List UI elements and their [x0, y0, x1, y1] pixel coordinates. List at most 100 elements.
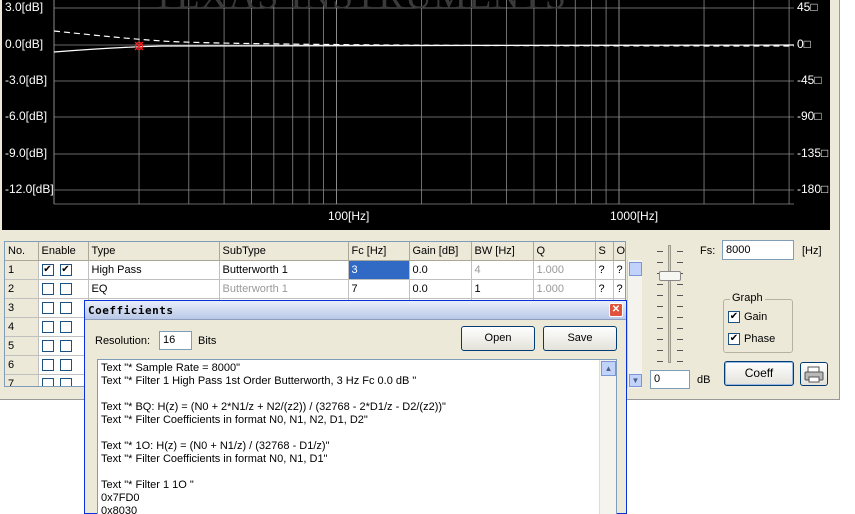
graph-gain-checkbox[interactable]: ✔: [728, 311, 740, 324]
scrollbar-thumb[interactable]: [629, 262, 642, 276]
table-header-row: No. Enable Type SubType Fc [Hz] Gain [dB…: [5, 242, 625, 261]
q-cell[interactable]: 1.000: [533, 279, 596, 299]
col-header-subtype[interactable]: SubType: [219, 242, 349, 261]
gain-cell[interactable]: 0.0: [409, 260, 472, 280]
row-number: 1: [5, 260, 39, 280]
close-icon[interactable]: ✕: [609, 303, 623, 317]
graph-phase-checkbox[interactable]: ✔: [728, 333, 740, 346]
phase-curve: [53, 30, 795, 47]
slider-tick: [657, 251, 663, 252]
enable-cell: [38, 336, 89, 356]
scroll-down-icon[interactable]: ▼: [629, 374, 642, 387]
col-header-fc[interactable]: Fc [Hz]: [348, 242, 410, 261]
coefficients-textarea[interactable]: Text "* Sample Rate = 8000" Text "* Filte…: [97, 359, 617, 514]
o-cell[interactable]: ?: [613, 279, 625, 299]
coefficient-line: [101, 466, 596, 479]
coefficient-line: Text "* Filter Coefficients in format N0…: [101, 414, 368, 426]
table-scrollbar[interactable]: ▼: [627, 260, 642, 388]
q-cell[interactable]: 1.000: [533, 260, 596, 280]
graph-phase-option[interactable]: ✔ Phase: [728, 333, 775, 347]
phase-axis-label: -45□: [797, 73, 822, 87]
fs-label: Fs:: [700, 245, 716, 257]
slider-tick: [657, 317, 663, 318]
coefficient-line: Text "* Filter 1 High Pass 1st Order But…: [101, 375, 417, 387]
textarea-scrollbar[interactable]: ▲: [599, 360, 616, 514]
bits-label: Bits: [198, 335, 217, 347]
fc-cell[interactable]: 7: [348, 279, 410, 299]
col-header-gain[interactable]: Gain [dB]: [409, 242, 472, 261]
coefficient-line: Text "* 1O: H(z) = (N0 + N1/z) / (32768 …: [101, 440, 330, 452]
scroll-up-icon[interactable]: ▲: [601, 361, 616, 376]
phase-axis-label: -180□: [797, 182, 829, 196]
gain-value-field[interactable]: 0: [650, 370, 690, 389]
enable-phase-checkbox[interactable]: [59, 358, 72, 371]
gain-axis-label: 3.0[dB]: [5, 0, 44, 14]
coefficient-line: [101, 427, 596, 440]
s-cell[interactable]: ?: [595, 260, 614, 280]
subtype-cell[interactable]: Butterworth 1: [219, 279, 349, 299]
slider-tick: [677, 262, 683, 263]
type-cell[interactable]: EQ: [88, 279, 220, 299]
enable-phase-checkbox[interactable]: [59, 339, 72, 352]
enable-checkbox[interactable]: [41, 282, 54, 295]
enable-phase-checkbox[interactable]: [59, 301, 72, 314]
col-header-bw[interactable]: BW [Hz]: [471, 242, 534, 261]
slider-tick: [677, 350, 683, 351]
gain-axis-label: -12.0[dB]: [5, 182, 54, 196]
slider-tick: [657, 328, 663, 329]
col-header-no[interactable]: No.: [5, 242, 39, 261]
col-header-s[interactable]: S: [595, 242, 614, 261]
gain-cell[interactable]: 0.0: [409, 279, 472, 299]
save-button[interactable]: Save: [543, 326, 617, 351]
graph-gain-option[interactable]: ✔ Gain: [728, 311, 767, 325]
type-cell[interactable]: High Pass: [88, 260, 220, 280]
gain-unit-label: dB: [697, 374, 711, 386]
col-header-q[interactable]: Q: [533, 242, 596, 261]
enable-checkbox[interactable]: ✔: [41, 263, 54, 276]
col-header-o[interactable]: O: [613, 242, 625, 261]
row-number: 2: [5, 279, 39, 299]
dialog-title-bar[interactable]: Coefficients ✕: [85, 301, 626, 320]
slider-tick: [677, 295, 683, 296]
enable-checkbox[interactable]: [41, 377, 54, 386]
table-row[interactable]: 1 ✔ ✔ High Pass Butterworth 1 3 0.0 4 1.000??: [5, 260, 625, 280]
col-header-type[interactable]: Type: [88, 242, 220, 261]
enable-checkbox[interactable]: [41, 358, 54, 371]
enable-checkbox[interactable]: [41, 339, 54, 352]
o-cell[interactable]: ?: [613, 260, 625, 280]
enable-phase-checkbox[interactable]: [59, 320, 72, 333]
slider-tick: [677, 306, 683, 307]
gain-axis-label: -3.0[dB]: [5, 73, 48, 87]
fc-cell[interactable]: 3: [348, 260, 410, 280]
bw-cell[interactable]: 4: [471, 260, 534, 280]
resolution-label: Resolution:: [95, 335, 151, 347]
graph-gain-label: Gain: [744, 311, 768, 323]
table-row[interactable]: 2 EQ Butterworth 1 7 0.0 1 1.000??: [5, 279, 625, 299]
enable-phase-checkbox[interactable]: [59, 377, 72, 386]
row-number: 3: [5, 298, 39, 318]
col-header-enable[interactable]: Enable: [38, 242, 89, 261]
bw-cell[interactable]: 1: [471, 279, 534, 299]
resolution-field[interactable]: 16: [159, 331, 192, 350]
enable-checkbox[interactable]: [41, 301, 54, 314]
coeff-button[interactable]: Coeff: [724, 361, 794, 386]
slider-tick: [657, 284, 663, 285]
open-button[interactable]: Open: [461, 326, 535, 351]
slider-track: [668, 245, 671, 363]
graph-phase-label: Phase: [744, 333, 776, 345]
slider-knob[interactable]: [659, 271, 681, 281]
enable-phase-checkbox[interactable]: [59, 282, 72, 295]
coefficients-lines: Text "* Sample Rate = 8000" Text "* Filte…: [101, 362, 596, 514]
print-button[interactable]: [800, 362, 828, 386]
graph-options-group: Graph ✔ Gain ✔ Phase: [723, 292, 793, 353]
subtype-cell[interactable]: Butterworth 1: [219, 260, 349, 280]
gain-slider[interactable]: [655, 245, 685, 365]
enable-phase-checkbox[interactable]: ✔: [59, 263, 72, 276]
gain-axis-label: -6.0[dB]: [5, 109, 48, 123]
slider-tick: [677, 328, 683, 329]
slider-tick: [677, 284, 683, 285]
enable-checkbox[interactable]: [41, 320, 54, 333]
sample-rate-field[interactable]: 8000: [722, 240, 794, 260]
s-cell[interactable]: ?: [595, 279, 614, 299]
graph-group-title: Graph: [730, 292, 765, 304]
